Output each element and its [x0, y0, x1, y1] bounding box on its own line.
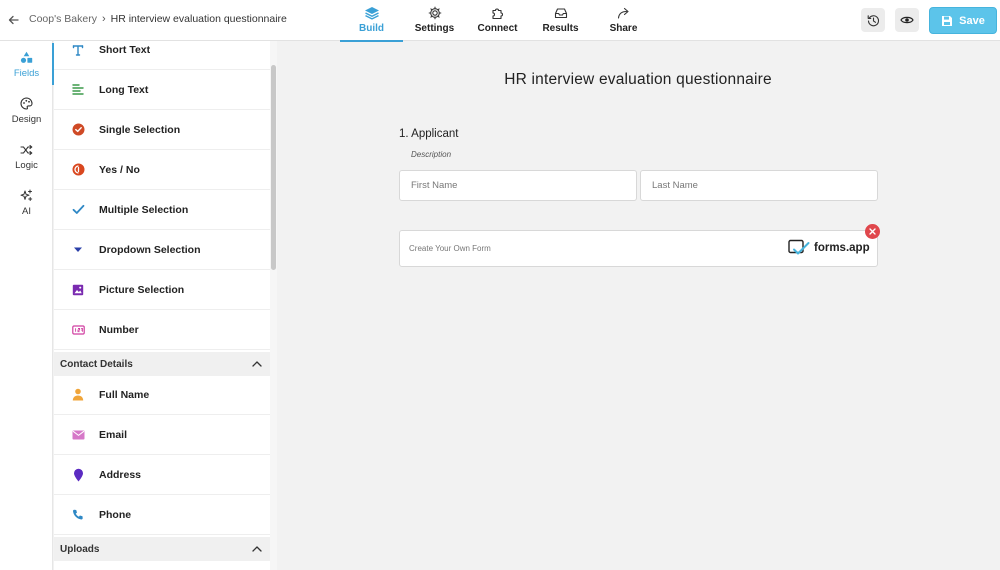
- field-multiple-selection-label: Multiple Selection: [99, 203, 189, 216]
- main-tabs: Build Settings Connect Results Share: [340, 0, 655, 42]
- branding-footer[interactable]: Create Your Own Form forms.app: [399, 230, 878, 267]
- tab-build-label: Build: [359, 23, 384, 34]
- field-full-name-label: Full Name: [99, 388, 150, 401]
- forms-app-logo-icon: [788, 239, 810, 255]
- rail-item-logic[interactable]: Logic: [0, 135, 53, 179]
- field-number-label: Number: [99, 323, 139, 336]
- inbox-icon: [554, 8, 567, 19]
- shuffle-icon: [20, 144, 33, 155]
- top-bar: Coop's Bakery › HR interview evaluation …: [0, 0, 1000, 42]
- field-dropdown-selection[interactable]: Dropdown Selection: [54, 230, 270, 270]
- eye-icon: [900, 16, 914, 24]
- section-uploads[interactable]: Uploads: [54, 537, 270, 561]
- tab-connect-label: Connect: [477, 23, 518, 34]
- arrow-left-icon: [8, 15, 19, 25]
- preview-button[interactable]: [895, 8, 919, 32]
- branding-text: Create Your Own Form: [409, 244, 491, 253]
- field-multiple-selection[interactable]: Multiple Selection: [54, 190, 270, 230]
- forms-app-logo: forms.app: [788, 239, 870, 257]
- field-phone-label: Phone: [99, 508, 132, 521]
- phone-icon: [62, 509, 94, 521]
- breadcrumb-workspace[interactable]: Coop's Bakery: [29, 13, 97, 25]
- rail-item-ai-label: AI: [22, 206, 31, 217]
- breadcrumb-form-name[interactable]: HR interview evaluation questionnaire: [111, 13, 287, 25]
- remove-branding-button[interactable]: [865, 224, 880, 239]
- question-description[interactable]: Description: [411, 150, 451, 159]
- form-title[interactable]: HR interview evaluation questionnaire: [398, 71, 878, 89]
- close-icon: [869, 228, 876, 235]
- chevron-up-icon: [252, 361, 262, 367]
- rail-item-logic-label: Logic: [15, 159, 38, 171]
- forms-app-logo-text: forms.app: [814, 242, 870, 254]
- tab-settings[interactable]: Settings: [403, 0, 466, 41]
- field-short-text-label: Short Text: [99, 43, 151, 56]
- gear-icon: [428, 6, 441, 20]
- field-full-name[interactable]: Full Name: [54, 375, 270, 415]
- field-dropdown-selection-label: Dropdown Selection: [99, 243, 201, 256]
- section-contact-details[interactable]: Contact Details: [54, 352, 270, 376]
- picture-icon: [62, 284, 94, 296]
- tab-results-label: Results: [542, 23, 579, 34]
- text-t-icon: [62, 44, 94, 56]
- field-single-selection[interactable]: Single Selection: [54, 110, 270, 150]
- dropdown-caret-icon: [62, 246, 94, 253]
- radio-check-icon: [62, 123, 94, 136]
- history-button[interactable]: [861, 8, 885, 32]
- save-button-label: Save: [959, 14, 985, 27]
- left-rail: Fields Design Logic AI: [0, 41, 54, 570]
- field-short-text[interactable]: Short Text: [54, 41, 270, 70]
- last-name-field[interactable]: [640, 170, 878, 201]
- palette-icon: [20, 97, 33, 110]
- tab-build[interactable]: Build: [340, 0, 403, 42]
- envelope-icon: [62, 430, 94, 440]
- history-icon: [867, 14, 879, 26]
- tab-settings-label: Settings: [414, 23, 455, 34]
- field-email-label: Email: [99, 428, 128, 441]
- field-long-text-label: Long Text: [99, 83, 149, 96]
- section-uploads-title: Uploads: [60, 543, 100, 555]
- breadcrumb: Coop's Bakery › HR interview evaluation …: [29, 13, 287, 25]
- first-name-field[interactable]: [399, 170, 637, 201]
- field-yes-no-label: Yes / No: [99, 163, 140, 176]
- tab-share-label: Share: [609, 23, 638, 34]
- save-button[interactable]: Save: [929, 7, 997, 34]
- floppy-disk-icon: [942, 15, 953, 26]
- rail-item-design[interactable]: Design: [0, 89, 53, 133]
- breadcrumb-separator: ›: [101, 13, 106, 25]
- text-lines-icon: [62, 84, 94, 95]
- rail-item-fields-label: Fields: [13, 68, 40, 79]
- number-icon: [62, 324, 94, 335]
- tab-connect[interactable]: Connect: [466, 0, 529, 41]
- panel-scrollbar-thumb[interactable]: [271, 65, 276, 270]
- layers-icon: [364, 7, 379, 20]
- field-long-text[interactable]: Long Text: [54, 70, 270, 110]
- tab-share[interactable]: Share: [592, 0, 655, 41]
- section-contact-details-title: Contact Details: [60, 358, 133, 370]
- shapes-icon: [20, 51, 33, 63]
- tab-results[interactable]: Results: [529, 0, 592, 41]
- chevron-up-icon: [252, 546, 262, 552]
- question-label[interactable]: 1. Applicant: [399, 128, 458, 140]
- sparkles-icon: [20, 189, 33, 201]
- field-address-label: Address: [99, 468, 142, 481]
- field-picture-selection-label: Picture Selection: [99, 283, 185, 296]
- field-single-selection-label: Single Selection: [99, 123, 181, 136]
- field-picture-selection[interactable]: Picture Selection: [54, 270, 270, 310]
- share-arrow-icon: [617, 7, 629, 19]
- fields-panel: Short Text Long Text Single Selection Ye…: [54, 41, 270, 570]
- field-email[interactable]: Email: [54, 415, 270, 455]
- checkmark-icon: [62, 204, 94, 215]
- field-number[interactable]: Number: [54, 310, 270, 350]
- field-phone[interactable]: Phone: [54, 495, 270, 535]
- field-yes-no[interactable]: Yes / No: [54, 150, 270, 190]
- puzzle-icon: [491, 8, 503, 20]
- rail-item-ai[interactable]: AI: [0, 181, 53, 225]
- yes-no-icon: [62, 163, 94, 176]
- map-pin-icon: [62, 468, 94, 482]
- person-icon: [62, 388, 94, 401]
- rail-item-design-label: Design: [11, 114, 42, 125]
- back-button[interactable]: [6, 11, 20, 29]
- field-address[interactable]: Address: [54, 455, 270, 495]
- rail-item-fields[interactable]: Fields: [0, 43, 54, 87]
